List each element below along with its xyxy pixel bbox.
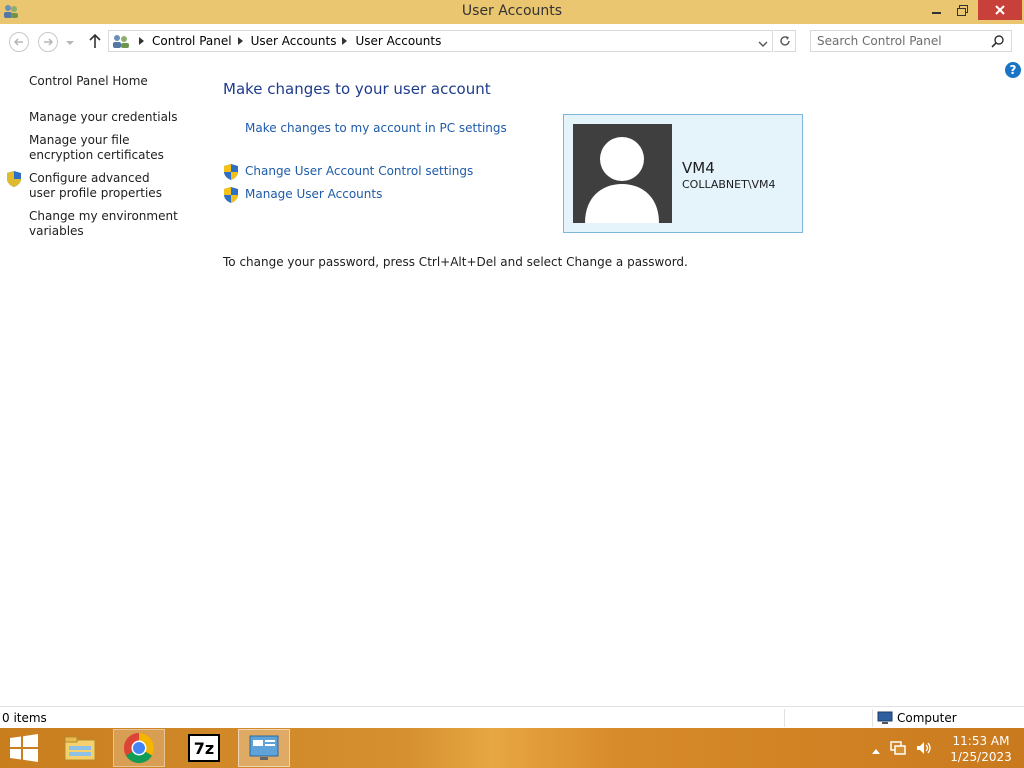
navigation-bar: Control Panel User Accounts User Account… (0, 24, 1024, 58)
title-bar: User Accounts (0, 0, 1024, 24)
7zip-label: 7z (193, 738, 215, 758)
chevron-down-icon (66, 41, 74, 45)
restore-button[interactable] (947, 0, 977, 20)
user-domain: COLLABNET\VM4 (682, 178, 776, 191)
breadcrumb-control-panel[interactable]: Control Panel (152, 34, 232, 48)
file-explorer-icon (64, 736, 96, 761)
up-arrow-icon (89, 33, 101, 48)
refresh-icon (779, 36, 790, 46)
breadcrumb: Control Panel User Accounts User Account… (133, 34, 441, 48)
control-panel-taskbar-button[interactable] (238, 729, 290, 767)
status-bar: 0 items Computer (0, 706, 1024, 728)
uac-settings-link[interactable]: Change User Account Control settings (245, 164, 473, 178)
refresh-button[interactable] (774, 30, 796, 52)
chrome-taskbar-button[interactable] (113, 729, 165, 767)
computer-icon (877, 711, 893, 728)
manage-user-accounts-link[interactable]: Manage User Accounts (245, 187, 382, 201)
file-explorer-taskbar-button[interactable] (54, 729, 106, 767)
clock-time: 11:53 AM (952, 734, 1010, 748)
search-input[interactable] (817, 33, 987, 49)
up-button[interactable] (88, 33, 102, 52)
chevron-down-icon (758, 41, 768, 47)
nav-control-panel-home[interactable]: Control Panel Home (29, 74, 199, 89)
breadcrumb-user-accounts-current[interactable]: User Accounts (355, 34, 441, 48)
search-icon[interactable] (991, 34, 1005, 51)
close-button[interactable] (978, 0, 1022, 20)
windows-start-icon[interactable] (9, 734, 39, 765)
forward-button[interactable] (38, 32, 58, 52)
7zip-taskbar-button[interactable]: 7z (178, 729, 230, 767)
breadcrumb-separator-icon[interactable] (342, 34, 348, 48)
nav-environment-variables[interactable]: Change my environment variables (29, 209, 179, 239)
forward-arrow-icon (44, 38, 54, 46)
breadcrumb-user-accounts[interactable]: User Accounts (251, 34, 337, 48)
address-bar[interactable]: Control Panel User Accounts User Account… (108, 30, 773, 52)
shield-icon (224, 187, 238, 206)
pc-settings-link[interactable]: Make changes to my account in PC setting… (245, 121, 507, 135)
network-icon[interactable] (890, 740, 906, 759)
recent-locations-dropdown[interactable] (66, 36, 74, 50)
search-box[interactable] (810, 30, 1012, 52)
status-divider (784, 709, 785, 727)
page-title: Make changes to your user account (223, 80, 491, 98)
item-count: 0 items (2, 711, 47, 725)
taskbar-clock[interactable]: 11:53 AM 1/25/2023 (940, 733, 1022, 765)
taskbar: 7z 11:53 AM 1/25/2023 (0, 728, 1024, 768)
clock-date: 1/25/2023 (950, 750, 1012, 764)
address-history-dropdown[interactable] (758, 37, 768, 51)
user-account-tile[interactable]: VM4 COLLABNET\VM4 (563, 114, 803, 233)
breadcrumb-separator-icon[interactable] (139, 34, 144, 48)
help-icon[interactable]: ? (1005, 62, 1021, 78)
status-divider (872, 709, 873, 727)
7zip-icon: 7z (188, 734, 220, 762)
status-location: Computer (897, 711, 957, 725)
user-name: VM4 (682, 159, 715, 177)
shield-icon (224, 164, 238, 183)
shield-icon (7, 171, 21, 190)
back-button[interactable] (9, 32, 29, 52)
nav-advanced-user-profile[interactable]: Configure advanced user profile properti… (29, 171, 179, 201)
password-note: To change your password, press Ctrl+Alt+… (223, 255, 688, 269)
control-panel-icon (249, 735, 279, 760)
chrome-icon (123, 733, 155, 764)
window-title: User Accounts (461, 3, 563, 19)
close-icon (995, 5, 1005, 15)
system-tray (872, 740, 932, 759)
show-hidden-icons-button[interactable] (872, 743, 880, 757)
user-avatar-icon (573, 124, 672, 223)
back-arrow-icon (13, 38, 23, 46)
control-panel-icon (112, 33, 130, 52)
nav-file-encryption-certificates[interactable]: Manage your file encryption certificates (29, 133, 189, 163)
nav-manage-credentials[interactable]: Manage your credentials (29, 110, 199, 125)
speaker-icon[interactable] (916, 740, 932, 759)
breadcrumb-separator-icon[interactable] (237, 34, 243, 48)
